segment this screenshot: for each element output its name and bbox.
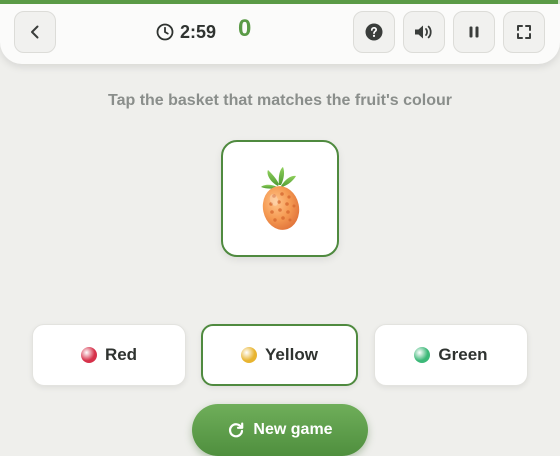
chevron-left-icon bbox=[31, 25, 39, 39]
color-dot-red bbox=[80, 347, 97, 363]
option-label-yellow: Yellow bbox=[265, 345, 318, 364]
speaker-icon bbox=[415, 25, 432, 39]
clock-icon bbox=[156, 23, 174, 41]
fruit-card bbox=[221, 140, 339, 257]
help-button[interactable] bbox=[353, 11, 395, 53]
pineapple-icon bbox=[261, 166, 300, 230]
instruction-text: Tap the basket that matches the fruit's … bbox=[107, 92, 452, 109]
top-bar: 2:59 0 bbox=[0, 0, 560, 64]
help-icon bbox=[365, 23, 383, 41]
score: 0 bbox=[238, 15, 252, 42]
new-game-button[interactable]: New game bbox=[192, 404, 368, 456]
basket-option-yellow[interactable]: Yellow bbox=[201, 324, 358, 386]
color-dot-yellow bbox=[241, 347, 258, 363]
color-dot-green bbox=[414, 347, 431, 363]
option-label-green: Green bbox=[438, 345, 488, 364]
sound-button[interactable] bbox=[403, 11, 445, 53]
timer: 2:59 bbox=[156, 19, 216, 45]
fullscreen-button[interactable] bbox=[503, 11, 545, 53]
back-button[interactable] bbox=[14, 11, 56, 53]
pause-icon bbox=[469, 26, 479, 38]
basket-option-green[interactable]: Green bbox=[374, 324, 528, 386]
basket-option-red[interactable]: Red bbox=[32, 324, 186, 386]
timer-value: 2:59 bbox=[180, 21, 217, 42]
option-label-red: Red bbox=[104, 345, 138, 364]
fullscreen-icon bbox=[517, 25, 531, 39]
new-game-label: New game bbox=[253, 421, 333, 438]
time-progress-fill bbox=[0, 0, 559, 4]
time-progress-bar bbox=[0, 0, 560, 4]
pause-button[interactable] bbox=[453, 11, 495, 53]
refresh-icon bbox=[229, 422, 244, 438]
